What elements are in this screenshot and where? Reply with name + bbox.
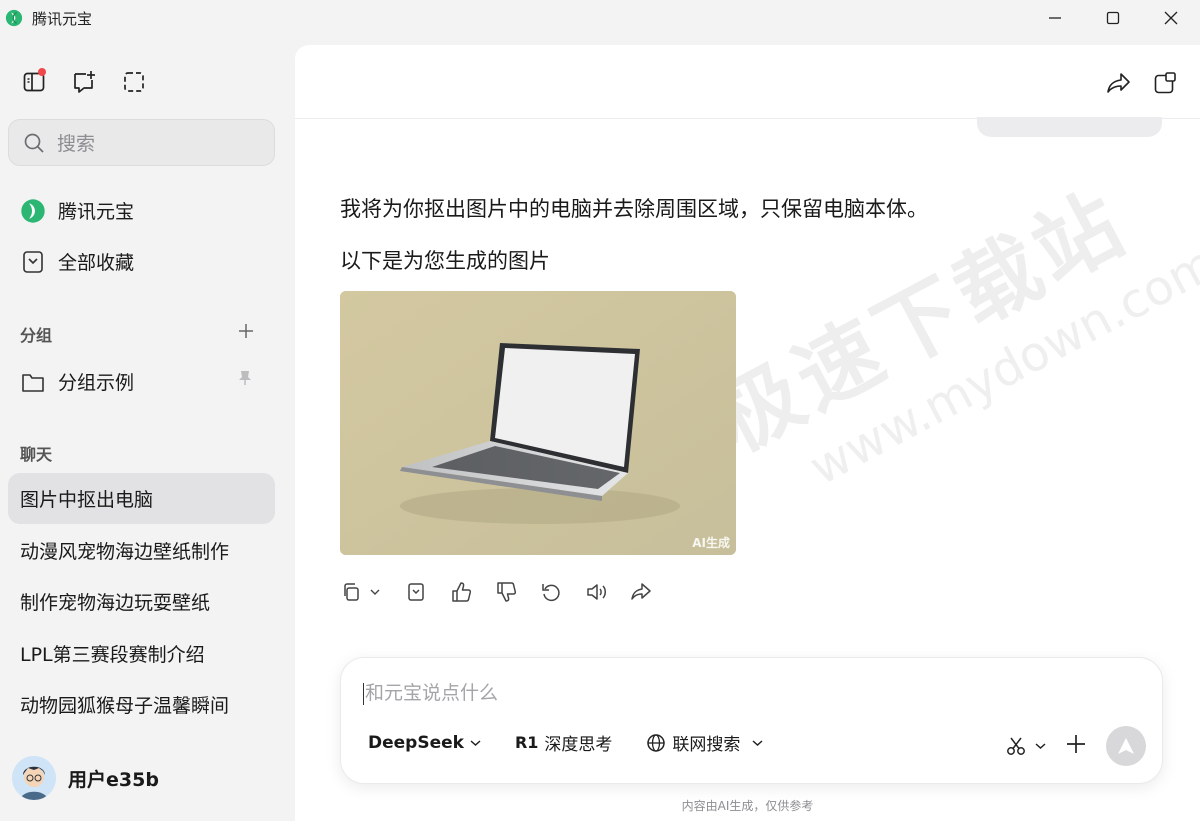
user-name: 用户e35b: [68, 768, 159, 791]
search-input[interactable]: 搜索: [8, 119, 275, 166]
deep-think-label: 深度思考: [544, 735, 613, 755]
bookmark-icon: [408, 583, 424, 601]
sidebar-toggle-button[interactable]: [20, 68, 48, 96]
sidebar: 搜索 腾讯元宝 全部收藏 分组 分组示例 聊天 图片中抠出电脑 动漫风宠物海边壁…: [0, 36, 293, 821]
group-item-label: 分组示例: [58, 372, 135, 394]
text-caret: [363, 682, 364, 705]
folder-icon: [22, 373, 44, 392]
chat-item[interactable]: 图片中抠出电脑: [8, 473, 275, 524]
dislike-button[interactable]: [495, 581, 517, 603]
share-button[interactable]: [1105, 69, 1133, 97]
chat-item-label: LPL第三赛段赛制介绍: [20, 644, 205, 666]
share-message-button[interactable]: [630, 581, 652, 603]
watermark-en: www.mydown.com: [800, 235, 1200, 497]
message-actions: [340, 581, 675, 603]
title-bar: 腾讯元宝: [0, 0, 1200, 36]
generated-image[interactable]: AI生成: [340, 291, 736, 555]
chat-item-label: 动漫风宠物海边壁纸制作: [20, 541, 230, 563]
chevron-down-icon: [752, 739, 763, 746]
deep-think-toggle[interactable]: R1 深度思考: [515, 730, 612, 755]
maximize-icon: [1106, 11, 1120, 25]
message-input[interactable]: 和元宝说点什么: [363, 678, 498, 705]
web-search-toggle[interactable]: 联网搜索: [646, 730, 763, 755]
chat-item-label: 制作宠物海边玩耍壁纸: [20, 592, 211, 614]
message-composer: 和元宝说点什么 DeepSeek R1 深度思考 联网搜索: [340, 657, 1163, 784]
new-window-button[interactable]: [1151, 69, 1179, 97]
chat-item-label: 动物园狐猴母子温馨瞬间: [20, 695, 230, 717]
new-chat-icon: [74, 71, 95, 93]
laptop-image: [340, 291, 736, 555]
chat-item[interactable]: LPL第三赛段赛制介绍: [8, 628, 275, 679]
ai-disclaimer: 内容由AI生成，仅供参考: [681, 799, 814, 813]
chat-item[interactable]: 动物园狐猴母子温馨瞬间: [8, 679, 275, 730]
window-title: 腾讯元宝: [32, 9, 93, 28]
speaker-icon: [587, 584, 606, 600]
screenshot-button[interactable]: [120, 68, 148, 96]
nav-item-yuanbao[interactable]: 腾讯元宝: [20, 197, 134, 224]
thumbs-down-icon: [497, 582, 517, 602]
thumbs-up-icon: [452, 582, 472, 602]
minimize-button[interactable]: [1026, 0, 1084, 36]
copy-icon: [344, 583, 359, 601]
model-name: DeepSeek: [368, 732, 464, 753]
search-icon: [24, 133, 44, 153]
user-profile[interactable]: 用户e35b: [12, 756, 159, 800]
nav-item-label: 腾讯元宝: [58, 201, 135, 223]
share-icon: [631, 583, 651, 600]
like-button[interactable]: [450, 581, 472, 603]
nav-item-favorites[interactable]: 全部收藏: [20, 248, 134, 275]
plus-icon: [239, 324, 253, 338]
minimize-icon: [1049, 17, 1061, 19]
assistant-message-text: 以下是为您生成的图片: [340, 249, 550, 273]
search-placeholder: 搜索: [57, 133, 96, 155]
send-button[interactable]: [1106, 726, 1146, 766]
nav-item-label: 全部收藏: [58, 252, 135, 274]
globe-icon: [647, 733, 666, 752]
chat-item[interactable]: 制作宠物海边玩耍壁纸: [8, 576, 275, 627]
message-input-placeholder: 和元宝说点什么: [365, 682, 499, 704]
avatar: [12, 756, 56, 800]
plus-icon: [1067, 735, 1085, 753]
r1-badge: R1: [514, 733, 539, 752]
previous-user-message: [977, 117, 1162, 137]
chevron-down-icon: [470, 739, 481, 746]
chat-header: [295, 45, 1200, 119]
new-window-icon: [1154, 72, 1176, 94]
model-selector[interactable]: DeepSeek: [368, 733, 481, 753]
regenerate-icon: [542, 584, 560, 602]
yuanbao-logo-icon: [4, 8, 24, 28]
chevron-down-icon: [1035, 743, 1046, 750]
notification-dot: [38, 68, 46, 76]
pin-button[interactable]: [238, 370, 252, 390]
chat-item-label: 图片中抠出电脑: [20, 489, 154, 511]
close-button[interactable]: [1142, 0, 1200, 36]
ai-generated-mark: AI生成: [692, 536, 730, 550]
chat-panel: 极速下载站 www.mydown.com 我将为你抠出图片中的电脑并去除周围区域…: [295, 45, 1200, 821]
groups-section-label: 分组: [20, 326, 53, 345]
copy-options-button[interactable]: [368, 581, 382, 603]
yuanbao-logo-icon: [21, 198, 45, 223]
scissors-tool-button[interactable]: [1005, 735, 1046, 757]
copy-button[interactable]: [340, 581, 362, 603]
send-icon: [1118, 738, 1134, 754]
chats-section-label: 聊天: [20, 445, 53, 464]
share-icon: [1107, 73, 1130, 93]
read-aloud-button[interactable]: [585, 581, 607, 603]
bookmark-icon: [23, 250, 43, 273]
regenerate-button[interactable]: [540, 581, 562, 603]
add-group-button[interactable]: [236, 321, 256, 341]
scissors-icon: [1007, 737, 1025, 755]
chevron-down-icon: [370, 589, 380, 595]
pin-icon: [239, 371, 251, 385]
close-icon: [1164, 11, 1178, 25]
screenshot-icon: [124, 72, 144, 92]
chat-item[interactable]: 动漫风宠物海边壁纸制作: [8, 525, 275, 576]
new-chat-button[interactable]: [70, 68, 98, 96]
group-item-example[interactable]: 分组示例: [20, 368, 134, 395]
web-search-label: 联网搜索: [672, 735, 741, 755]
assistant-message-text: 我将为你抠出图片中的电脑并去除周围区域，只保留电脑本体。: [340, 197, 928, 221]
attach-button[interactable]: [1066, 734, 1086, 758]
bookmark-button[interactable]: [405, 581, 427, 603]
maximize-button[interactable]: [1084, 0, 1142, 36]
